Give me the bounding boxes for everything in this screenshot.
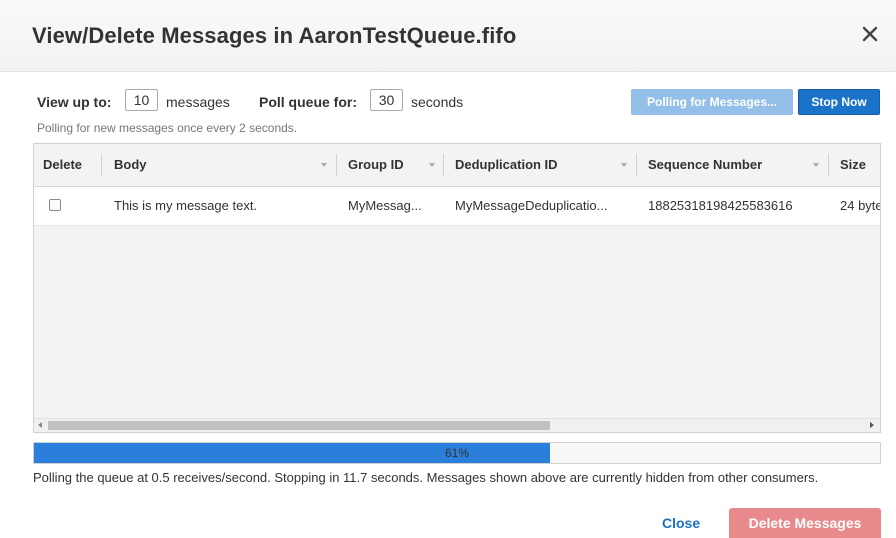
sort-arrow-icon[interactable]: [321, 163, 327, 167]
scroll-right-icon[interactable]: [870, 422, 874, 428]
table-header: Delete Body Group ID Deduplication ID Se…: [34, 144, 880, 187]
column-divider: [636, 154, 637, 176]
poll-queue-unit: seconds: [411, 94, 464, 110]
sort-arrow-icon[interactable]: [813, 163, 819, 167]
scroll-left-icon[interactable]: [38, 422, 42, 428]
row-delete-checkbox[interactable]: [49, 199, 61, 211]
close-button[interactable]: Close: [662, 512, 700, 534]
column-divider: [828, 154, 829, 176]
dialog-header: View/Delete Messages in AaronTestQueue.f…: [0, 0, 896, 72]
messages-table: Delete Body Group ID Deduplication ID Se…: [33, 143, 881, 433]
column-header-delete[interactable]: Delete: [43, 144, 82, 186]
group-id-cell: MyMessag...: [348, 198, 422, 213]
column-divider: [336, 154, 337, 176]
column-header-body[interactable]: Body: [114, 144, 147, 186]
dialog-title: View/Delete Messages in AaronTestQueue.f…: [32, 23, 517, 48]
polling-progress-bar: 61%: [33, 442, 881, 464]
sequence-number-cell: 18825318198425583616: [648, 198, 793, 213]
view-up-to-input[interactable]: [125, 89, 158, 111]
view-up-to-label: View up to:: [37, 94, 112, 110]
column-header-sequence-number[interactable]: Sequence Number: [648, 144, 762, 186]
message-body-cell: This is my message text.: [114, 198, 258, 213]
column-divider: [443, 154, 444, 176]
polling-for-messages-button[interactable]: Polling for Messages...: [631, 89, 793, 115]
polling-hint: Polling for new messages once every 2 se…: [37, 121, 298, 135]
column-header-size[interactable]: Size: [840, 144, 866, 186]
horizontal-scrollbar[interactable]: [34, 418, 880, 432]
polling-status-text: Polling the queue at 0.5 receives/second…: [33, 470, 819, 485]
sort-arrow-icon[interactable]: [429, 163, 435, 167]
stop-now-button[interactable]: Stop Now: [798, 89, 880, 115]
poll-queue-input[interactable]: [370, 89, 403, 111]
column-header-deduplication-id[interactable]: Deduplication ID: [455, 144, 558, 186]
column-header-group-id[interactable]: Group ID: [348, 144, 404, 186]
delete-messages-button[interactable]: Delete Messages: [729, 508, 881, 538]
sort-arrow-icon[interactable]: [621, 163, 627, 167]
column-divider: [101, 154, 102, 176]
close-icon[interactable]: [858, 22, 882, 46]
poll-queue-label: Poll queue for:: [259, 94, 357, 110]
progress-label: 61%: [444, 446, 470, 460]
scrollbar-thumb[interactable]: [48, 421, 550, 430]
table-row[interactable]: This is my message text. MyMessag... MyM…: [34, 187, 880, 226]
size-cell: 24 byte: [840, 198, 880, 213]
deduplication-id-cell: MyMessageDeduplicatio...: [455, 198, 608, 213]
view-up-to-unit: messages: [166, 94, 230, 110]
